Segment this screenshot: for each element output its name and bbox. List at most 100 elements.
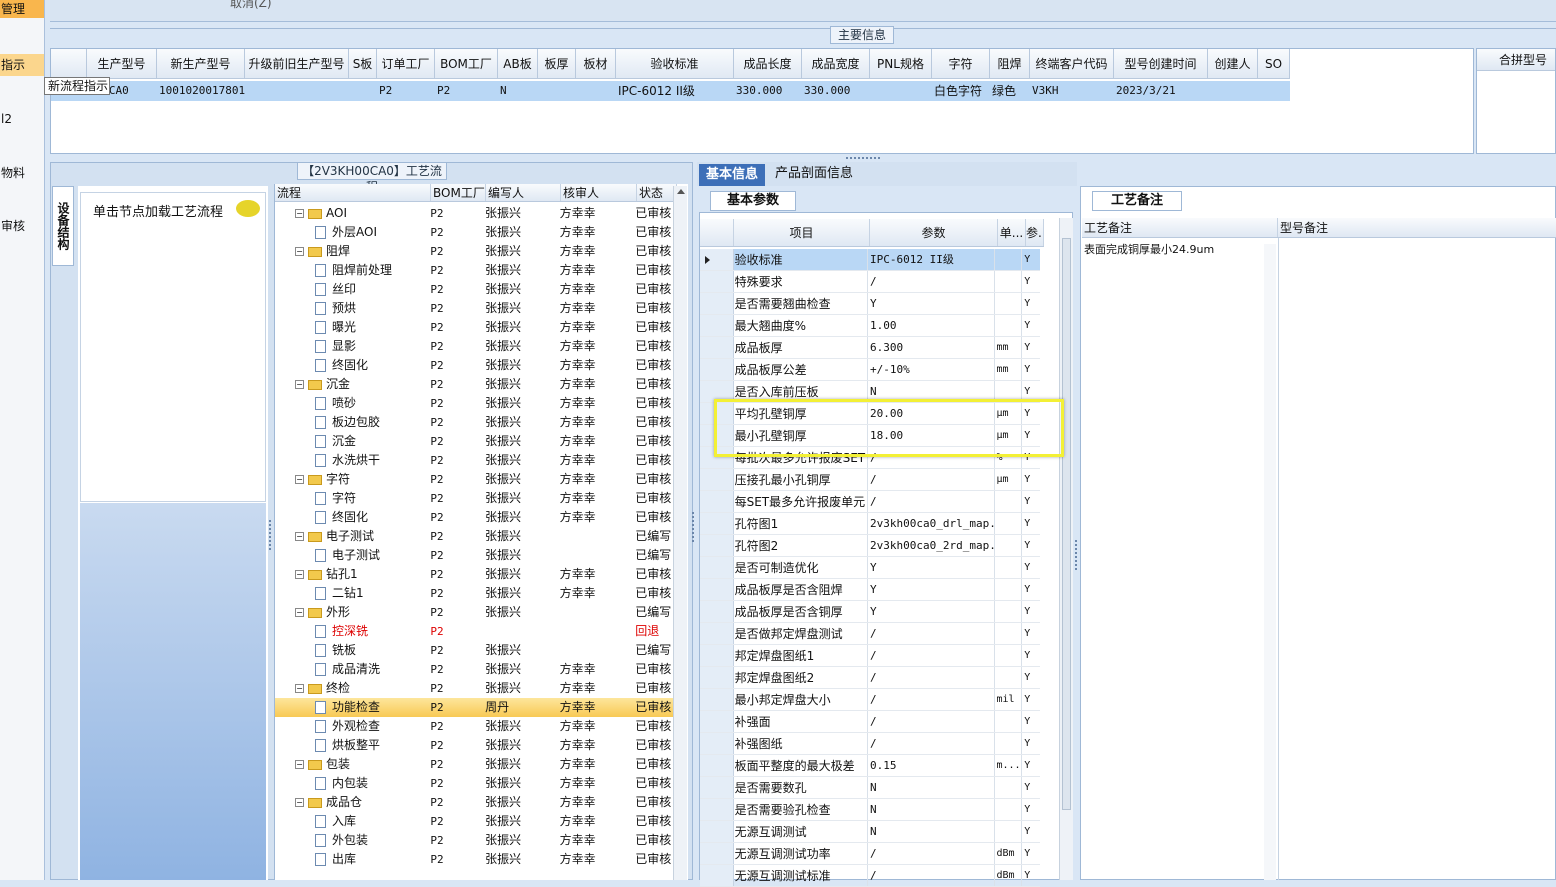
param-row[interactable]: 成品板厚是否含阻焊 Y Y (700, 579, 1040, 601)
param-value[interactable]: Y (868, 557, 995, 578)
param-column-header[interactable]: 参数 (870, 219, 998, 246)
tree-node[interactable]: 终固化 (275, 508, 430, 527)
param-row[interactable]: 邦定焊盘图纸2/ Y (700, 667, 1040, 689)
equipment-structure-tab[interactable]: 设备结构 (52, 186, 74, 266)
tree-node[interactable]: 外观检查 (275, 717, 430, 736)
param-value[interactable]: / (868, 271, 995, 292)
tree-node[interactable]: 二钻1 (275, 584, 430, 603)
tree-row[interactable]: − 电子测试 P2 张振兴 已编写 (275, 527, 675, 546)
column-header[interactable]: PNL规格 (870, 49, 932, 79)
tab-basic-info[interactable]: 基本信息 (699, 164, 765, 186)
param-value[interactable]: N (868, 799, 995, 820)
tree-column-header[interactable]: 核审人 (561, 184, 637, 201)
collapse-toggle-icon[interactable]: − (295, 684, 304, 693)
column-header[interactable]: S板 (349, 49, 377, 79)
tree-row[interactable]: − 沉金 P2 张振兴 方幸幸 已审核 (275, 375, 675, 394)
tree-node[interactable]: 成品清洗 (275, 660, 430, 679)
tree-node[interactable]: 入库 (275, 812, 430, 831)
tree-node[interactable]: − 外形 (275, 603, 430, 622)
tree-row[interactable]: 出库 P2 张振兴 方幸幸 已审核 (275, 850, 675, 869)
param-row[interactable]: 无源互调测试 N Y (700, 821, 1040, 843)
tree-row[interactable]: 终固化 P2 张振兴 方幸幸 已审核 (275, 508, 675, 527)
tree-node[interactable]: − AOI (275, 204, 430, 223)
tree-row[interactable]: 烘板整平 P2 张振兴 方幸幸 已审核 (275, 736, 675, 755)
param-value[interactable]: 2v3kh00ca0_drl_map... (868, 513, 995, 534)
tree-row[interactable]: 电子测试 P2 张振兴 已编写 (275, 546, 675, 565)
tree-row[interactable]: − 外形 P2 张振兴 已编写 (275, 603, 675, 622)
param-value[interactable]: 6.300 (868, 337, 995, 358)
param-row[interactable]: 是否做邦定焊盘测试 / Y (700, 623, 1040, 645)
param-row[interactable]: 补强图纸 / Y (700, 733, 1040, 755)
notes-scrollbar[interactable] (1264, 244, 1276, 880)
grid-cell[interactable] (1208, 81, 1258, 101)
param-value[interactable]: Y (868, 601, 995, 622)
param-scrollbar[interactable] (1059, 218, 1073, 880)
param-value[interactable]: / (868, 689, 995, 710)
tree-node[interactable]: 显影 (275, 337, 430, 356)
grid-cell[interactable]: 10010200178015 (157, 81, 245, 101)
splitter-handle[interactable] (692, 512, 695, 542)
column-header[interactable]: 创建人 (1208, 49, 1258, 79)
param-row[interactable]: 成品板厚是否含铜厚 Y Y (700, 601, 1040, 623)
tree-column-header[interactable]: BOM工厂 (431, 184, 486, 201)
param-row[interactable]: 是否需要数孔 N Y (700, 777, 1040, 799)
param-value[interactable]: Y (868, 579, 995, 600)
param-row[interactable]: 板面平整度的最大极差 0.15 m... Y (700, 755, 1040, 777)
grid-cell[interactable]: 330.000 (734, 81, 802, 101)
param-column-header[interactable]: 单... (998, 219, 1026, 246)
grid-cell[interactable]: 330.000 (802, 81, 870, 101)
param-value[interactable]: N (868, 821, 995, 842)
tree-row[interactable]: 外观检查 P2 张振兴 方幸幸 已审核 (275, 717, 675, 736)
param-value[interactable]: / (868, 667, 995, 688)
tree-node[interactable]: 电子测试 (275, 546, 430, 565)
grid-cell[interactable] (576, 81, 616, 101)
process-note-text[interactable]: 表面完成铜厚最小24.9um (1084, 241, 1274, 259)
param-row[interactable]: 成品板厚公差 +/-10% mm Y (700, 359, 1040, 381)
tree-node[interactable]: 出库 (275, 850, 430, 869)
grid-cell[interactable]: P2 (435, 81, 498, 101)
tree-row[interactable]: − 阻焊 P2 张振兴 方幸幸 已审核 (275, 242, 675, 261)
param-value[interactable]: Y (868, 293, 995, 314)
param-row[interactable]: 邦定焊盘图纸1/ Y (700, 645, 1040, 667)
tree-node[interactable]: − 沉金 (275, 375, 430, 394)
column-header[interactable]: 验收标准 (616, 49, 734, 79)
tree-column-header[interactable]: 编写人 (486, 184, 561, 201)
splitter-handle[interactable] (269, 520, 272, 550)
param-row[interactable]: 压接孔最小孔铜厚 / μm Y (700, 469, 1040, 491)
column-header[interactable]: 型号创建时间 (1114, 49, 1208, 79)
tree-node[interactable]: 内包装 (275, 774, 430, 793)
collapse-toggle-icon[interactable]: − (295, 475, 304, 484)
tree-row[interactable]: 二钻1 P2 张振兴 方幸幸 已审核 (275, 584, 675, 603)
tree-node[interactable]: 喷砂 (275, 394, 430, 413)
nav-item-1[interactable]: 指示 (0, 54, 44, 76)
grid-cell[interactable]: N (498, 81, 538, 101)
tree-node[interactable]: − 成品仓 (275, 793, 430, 812)
tree-row[interactable]: 丝印 P2 张振兴 方幸幸 已审核 (275, 280, 675, 299)
grid-cell[interactable]: 2023/3/21 (1114, 81, 1208, 101)
column-header[interactable]: BOM工厂 (435, 49, 498, 79)
param-value[interactable]: 1.00 (868, 315, 995, 336)
tree-node[interactable]: 沉金 (275, 432, 430, 451)
grid-cell[interactable] (349, 81, 377, 101)
param-value[interactable]: 2v3kh00ca0_2rd_map... (868, 535, 995, 556)
tree-column-header[interactable]: 流程 (275, 184, 431, 201)
tree-row[interactable]: 预烘 P2 张振兴 方幸幸 已审核 (275, 299, 675, 318)
collapse-toggle-icon[interactable]: − (295, 570, 304, 579)
tree-node[interactable]: − 包装 (275, 755, 430, 774)
column-header[interactable]: SO (1258, 49, 1290, 79)
param-value[interactable]: +/-10% (868, 359, 995, 380)
param-column-header[interactable]: 项目 (734, 219, 870, 246)
tree-node[interactable]: 预烘 (275, 299, 430, 318)
tree-node[interactable]: − 电子测试 (275, 527, 430, 546)
tree-row[interactable]: 外层AOI P2 张振兴 方幸幸 已审核 (275, 223, 675, 242)
tree-row[interactable]: 字符 P2 张振兴 方幸幸 已审核 (275, 489, 675, 508)
param-row[interactable]: 最小邦定焊盘大小 / mil Y (700, 689, 1040, 711)
column-header[interactable]: 成品长度 (734, 49, 802, 79)
param-value[interactable]: / (868, 645, 995, 666)
tree-node[interactable]: 功能检查 (275, 698, 430, 717)
node-hint-box[interactable]: 单击节点加载工艺流程 (80, 192, 266, 502)
tree-node[interactable]: 烘板整平 (275, 736, 430, 755)
tree-row[interactable]: 显影 P2 张振兴 方幸幸 已审核 (275, 337, 675, 356)
tree-node[interactable]: 外包装 (275, 831, 430, 850)
param-row[interactable]: 成品板厚 6.300 mm Y (700, 337, 1040, 359)
